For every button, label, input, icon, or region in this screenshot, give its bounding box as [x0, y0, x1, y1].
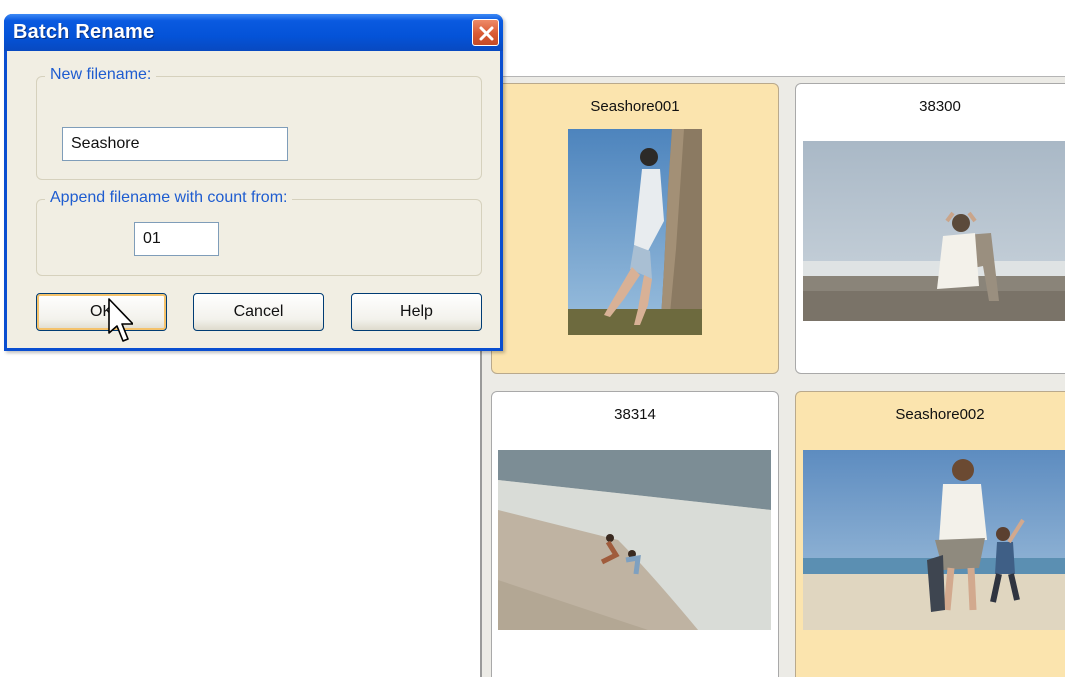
new-filename-group: New filename: Seashore — [36, 66, 482, 180]
thumbnail-browser: Seashore001 38300 38314 Seashore002 — [480, 76, 1065, 677]
thumbnail-38314[interactable]: 38314 — [491, 391, 779, 677]
append-count-group: Append filename with count from: 01 — [36, 189, 482, 276]
dialog-title: Batch Rename — [13, 21, 155, 43]
thumbnail-caption: 38314 — [614, 406, 656, 423]
append-count-label: Append filename with count from: — [45, 189, 293, 207]
thumbnail-image — [803, 141, 1065, 321]
thumbnail-image — [568, 129, 702, 335]
thumbnail-seashore001[interactable]: Seashore001 — [491, 83, 779, 374]
cancel-button[interactable]: Cancel — [193, 293, 324, 331]
batch-rename-dialog: Batch Rename New filename: Seashore Appe… — [4, 14, 503, 351]
thumbnail-caption: Seashore002 — [895, 406, 985, 423]
ok-button[interactable]: OK — [36, 293, 167, 331]
thumbnail-caption: 38300 — [919, 98, 961, 115]
count-start-input[interactable]: 01 — [134, 222, 219, 256]
help-button[interactable]: Help — [351, 293, 482, 331]
new-filename-input[interactable]: Seashore — [62, 127, 288, 161]
thumbnail-image — [498, 450, 771, 630]
close-button[interactable] — [472, 19, 499, 46]
thumbnail-image — [803, 450, 1065, 630]
close-x-icon — [479, 26, 494, 41]
mouse-pointer-icon — [108, 298, 133, 342]
dialog-body: New filename: Seashore Append filename w… — [7, 51, 500, 348]
thumbnail-seashore002[interactable]: Seashore002 — [795, 391, 1065, 677]
thumbnail-38300[interactable]: 38300 — [795, 83, 1065, 374]
new-filename-label: New filename: — [45, 66, 157, 84]
thumbnail-caption: Seashore001 — [590, 98, 680, 115]
dialog-titlebar[interactable]: Batch Rename — [4, 14, 503, 51]
